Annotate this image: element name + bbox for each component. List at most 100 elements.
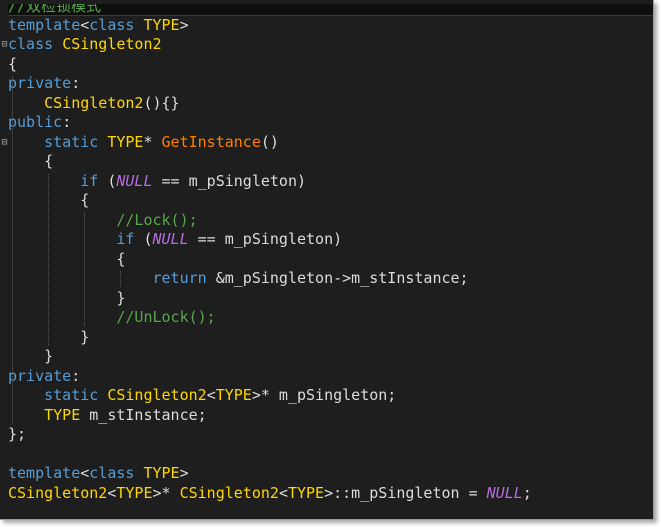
- code-token: NULL: [486, 483, 523, 502]
- code-line[interactable]: private:: [8, 367, 653, 387]
- code-token: == m_pSingleton): [188, 230, 343, 248]
- code-line[interactable]: //Lock();: [8, 211, 653, 231]
- code-line[interactable]: public:: [8, 113, 653, 133]
- code-token: static: [44, 132, 99, 151]
- code-token: if: [116, 230, 135, 248]
- code-line[interactable]: }: [8, 347, 653, 367]
- code-line[interactable]: template<class TYPE>: [8, 464, 653, 484]
- code-token: (){}: [143, 93, 180, 112]
- code-line[interactable]: template<class TYPE>: [8, 16, 653, 36]
- code-token: NULL: [152, 230, 189, 248]
- clipped-line-strip: [8, 0, 653, 4]
- code-line[interactable]: CSingleton2(){}: [8, 94, 653, 114]
- fold-gutter: [0, 0, 8, 519]
- code-token: {: [8, 152, 54, 170]
- code-line[interactable]: if (NULL == m_pSingleton): [8, 172, 653, 192]
- code-token: }: [8, 288, 126, 307]
- code-line[interactable]: {: [8, 152, 653, 172]
- code-token: {: [8, 249, 126, 268]
- code-line[interactable]: };: [8, 425, 653, 445]
- code-token: static: [44, 386, 99, 404]
- code-token: >: [179, 15, 189, 34]
- code-token: private: [8, 366, 72, 385]
- code-line[interactable]: class CSingleton2 ⊟: [1, 35, 653, 55]
- code-line[interactable]: //UnLock();: [8, 308, 653, 328]
- code-line[interactable]: TYPE m_stInstance;: [8, 406, 653, 426]
- code-token: //UnLock();: [116, 308, 216, 326]
- code-token: == m_pSingleton): [152, 171, 307, 190]
- code-token: }: [8, 347, 54, 365]
- code-token: };: [8, 425, 27, 443]
- code-token: ;: [522, 483, 532, 502]
- code-line[interactable]: {: [8, 250, 653, 270]
- code-line[interactable]: }: [8, 328, 653, 348]
- minus-icon[interactable]: ⊟: [1, 35, 8, 55]
- code-token: (): [260, 132, 279, 151]
- code-token: TYPE: [116, 483, 153, 502]
- code-token: template: [8, 464, 81, 482]
- indent-guide: [120, 271, 122, 287]
- code-token: TYPE: [143, 15, 180, 34]
- code-line[interactable]: CSingleton2<TYPE>* CSingleton2<TYPE>::m_…: [8, 484, 653, 504]
- code-token: NULL: [116, 171, 153, 190]
- code-token: //Lock();: [116, 210, 198, 229]
- code-token: <: [80, 464, 90, 482]
- code-token: >* m_pSingleton;: [251, 386, 397, 404]
- code-token: *: [143, 132, 162, 151]
- code-token: >::m_pSingleton =: [324, 483, 487, 502]
- code-area[interactable]: //双检锁模式 template<class TYPE> class CSingle…: [1, 0, 653, 504]
- code-token: template: [8, 15, 81, 34]
- code-token: TYPE: [107, 132, 144, 151]
- code-token: private: [8, 74, 72, 92]
- code-token: TYPE: [44, 405, 81, 424]
- code-token: >*: [152, 483, 180, 502]
- code-line[interactable]: {: [8, 55, 653, 75]
- code-token: return: [152, 269, 207, 287]
- code-token: class: [89, 15, 135, 34]
- code-line[interactable]: }: [8, 289, 653, 309]
- code-editor[interactable]: //双检锁模式 template<class TYPE> class CSingle…: [0, 0, 654, 520]
- code-token: <: [80, 15, 90, 34]
- indent-guide: [84, 212, 86, 326]
- code-token: TYPE: [143, 464, 180, 482]
- code-token: if: [80, 171, 99, 190]
- code-token: (: [98, 171, 117, 190]
- code-token: :: [71, 74, 81, 92]
- code-token: GetInstance: [161, 132, 261, 151]
- code-token: {: [8, 54, 18, 73]
- indent-guide: [48, 173, 50, 345]
- code-token: CSingleton2: [44, 93, 144, 112]
- minus-icon[interactable]: ⊟: [1, 133, 8, 153]
- code-line[interactable]: [8, 445, 653, 465]
- code-token: <: [278, 483, 288, 502]
- code-line[interactable]: if (NULL == m_pSingleton): [8, 230, 653, 250]
- code-line[interactable]: static CSingleton2<TYPE>* m_pSingleton;: [8, 386, 653, 406]
- code-token: CSingleton2: [179, 483, 279, 502]
- code-token: m_stInstance;: [80, 405, 207, 424]
- indent-guide: [12, 76, 13, 423]
- code-token: class: [8, 35, 54, 53]
- code-line[interactable]: private:: [8, 74, 653, 94]
- code-token: CSingleton2: [107, 386, 207, 404]
- code-token: :: [71, 366, 81, 385]
- code-token: CSingleton2: [62, 35, 162, 53]
- code-token: TYPE: [215, 386, 252, 404]
- code-token: public: [8, 113, 63, 131]
- code-token: TYPE: [287, 483, 325, 502]
- code-line[interactable]: return &m_pSingleton->m_stInstance;: [8, 269, 653, 289]
- code-token: CSingleton2: [8, 483, 108, 502]
- code-line[interactable]: {: [8, 191, 653, 211]
- code-line[interactable]: static TYPE* GetInstance() ⊟: [1, 132, 653, 153]
- code-token: &m_pSingleton->m_stInstance;: [206, 269, 469, 287]
- code-token: (: [134, 230, 153, 248]
